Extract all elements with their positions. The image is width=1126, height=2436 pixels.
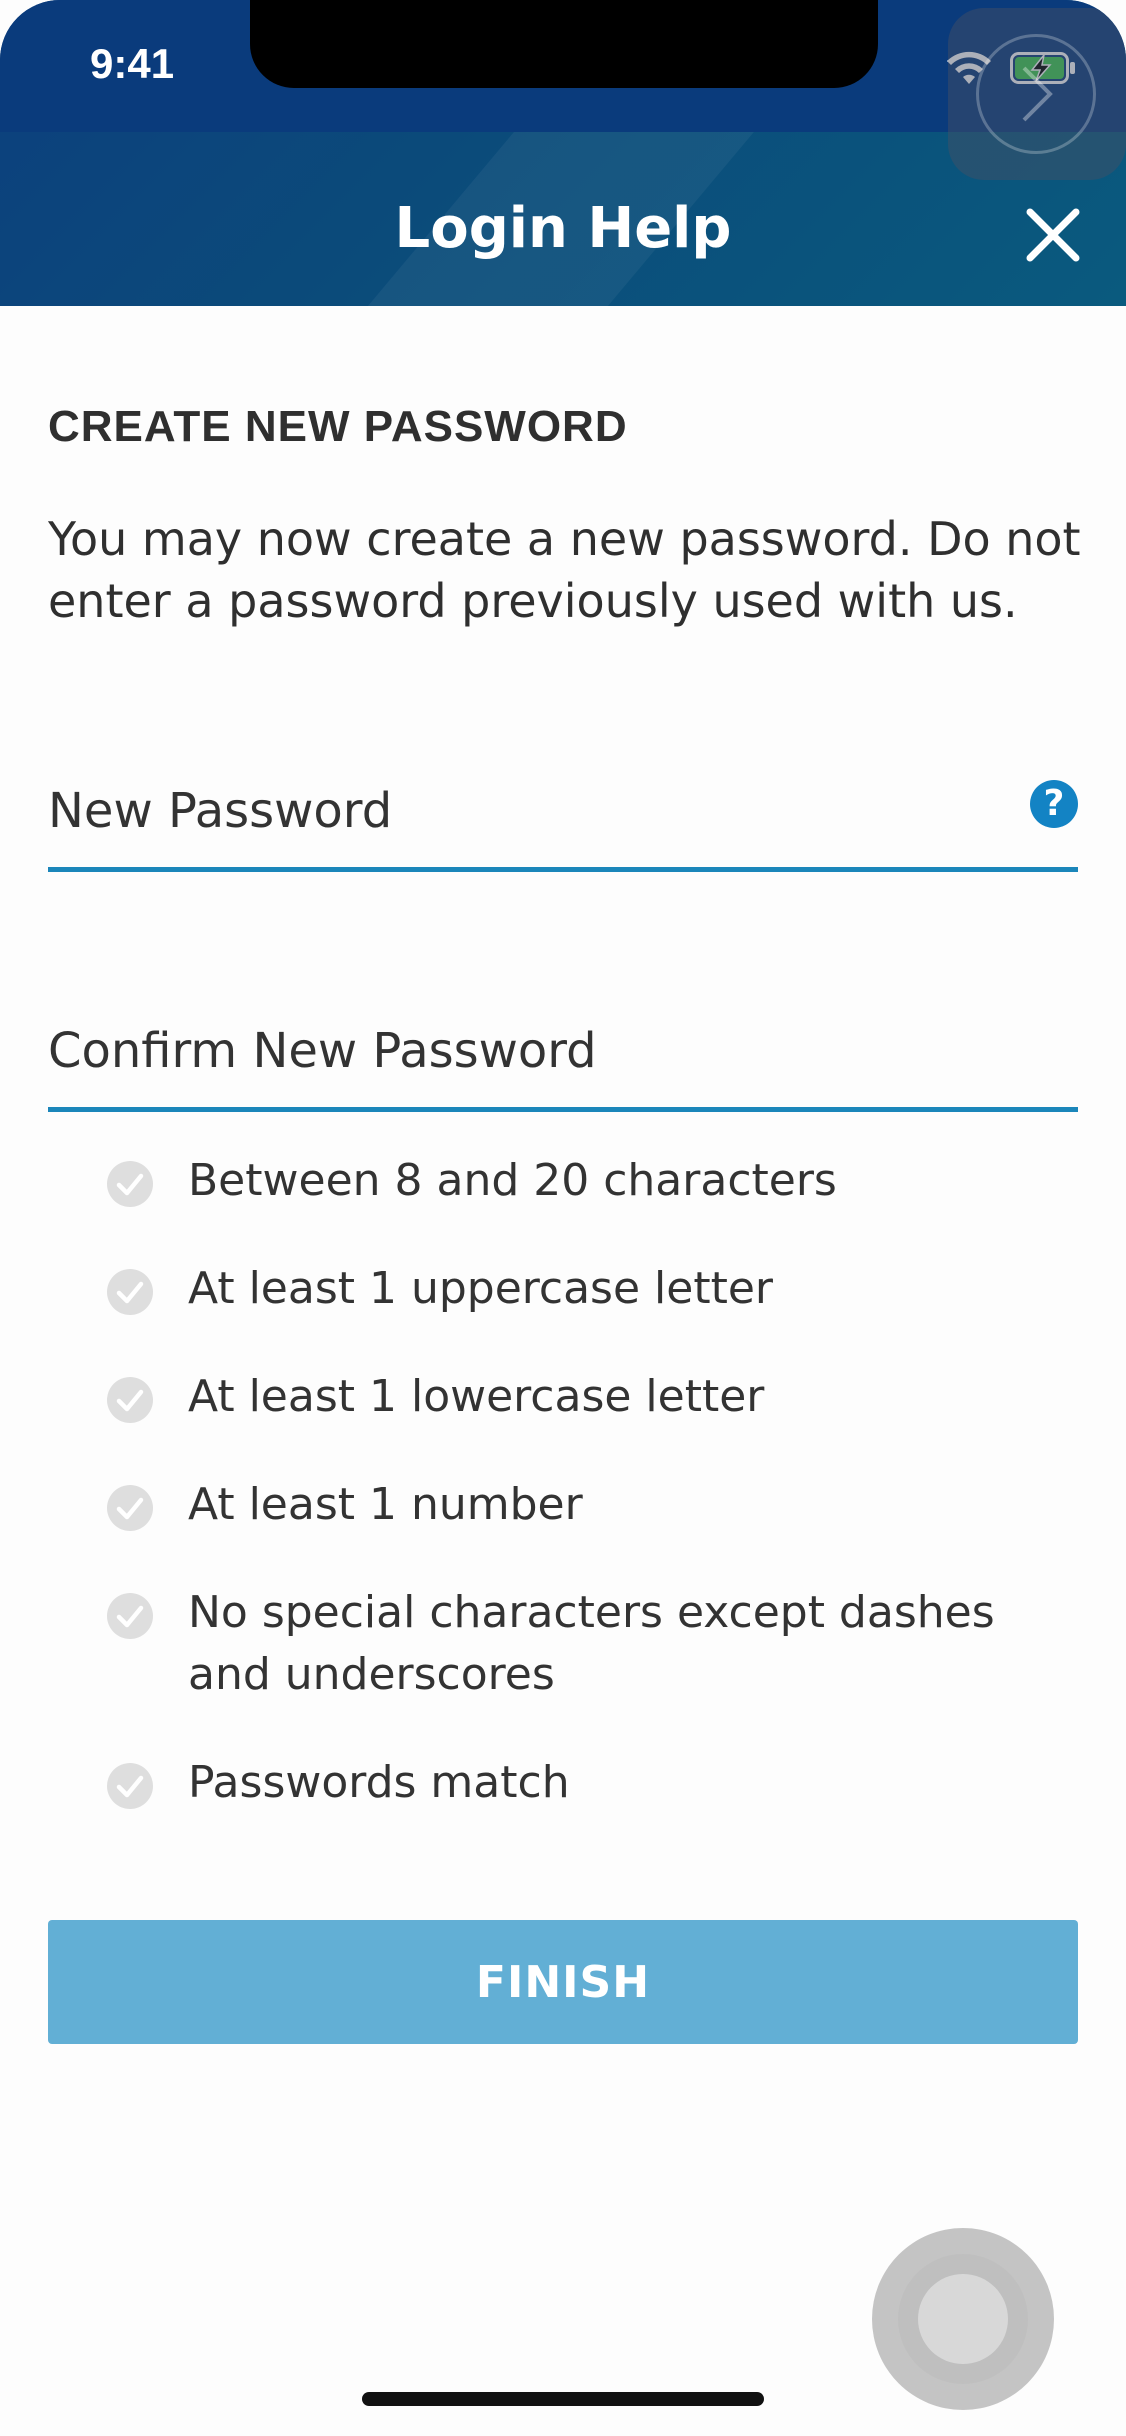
- rule-text: At least 1 uppercase letter: [188, 1263, 773, 1314]
- password-rules-list: Between 8 and 20 characters At least 1 u…: [106, 1150, 1066, 1860]
- app-screen: 9:41 Login Help CREATE NEW PASSWORD You …: [0, 0, 1126, 2436]
- chevron-right-icon: [1022, 66, 1053, 122]
- assistive-touch-overlay[interactable]: [948, 8, 1126, 180]
- rule-text: Passwords match: [188, 1757, 570, 1808]
- rule-item: At least 1 number: [106, 1474, 1066, 1536]
- assistive-touch-center: [918, 2274, 1008, 2364]
- rule-text: At least 1 number: [188, 1479, 583, 1530]
- assistive-touch-button[interactable]: [872, 2228, 1054, 2410]
- rule-item: Between 8 and 20 characters: [106, 1150, 1066, 1212]
- help-icon[interactable]: ?: [1030, 780, 1078, 828]
- check-circle-icon: [107, 1377, 153, 1423]
- check-circle-icon: [107, 1269, 153, 1315]
- new-password-label: New Password: [48, 783, 393, 839]
- check-circle-icon: [107, 1161, 153, 1207]
- rule-text: No special characters except dashes and …: [188, 1587, 995, 1700]
- home-indicator[interactable]: [362, 2392, 764, 2406]
- page-title: Login Help: [394, 196, 732, 261]
- confirm-password-field[interactable]: Confirm New Password: [48, 1002, 1078, 1112]
- check-circle-icon: [107, 1485, 153, 1531]
- check-circle-icon: [107, 1763, 153, 1809]
- section-heading: CREATE NEW PASSWORD: [48, 402, 628, 451]
- rule-item: At least 1 uppercase letter: [106, 1258, 1066, 1320]
- status-time: 9:41: [90, 40, 175, 87]
- rule-item: No special characters except dashes and …: [106, 1582, 1066, 1706]
- confirm-password-label: Confirm New Password: [48, 1023, 597, 1079]
- rule-text: At least 1 lowercase letter: [188, 1371, 765, 1422]
- rule-item: At least 1 lowercase letter: [106, 1366, 1066, 1428]
- device-notch: [250, 0, 878, 88]
- new-password-field[interactable]: New Password: [48, 762, 1078, 872]
- rule-item: Passwords match: [106, 1752, 1066, 1814]
- header: 9:41 Login Help: [0, 0, 1126, 306]
- close-icon[interactable]: [1018, 200, 1088, 270]
- check-circle-icon: [107, 1593, 153, 1639]
- rule-text: Between 8 and 20 characters: [188, 1155, 837, 1206]
- finish-button[interactable]: FINISH: [48, 1920, 1078, 2044]
- intro-text: You may now create a new password. Do no…: [48, 512, 1081, 628]
